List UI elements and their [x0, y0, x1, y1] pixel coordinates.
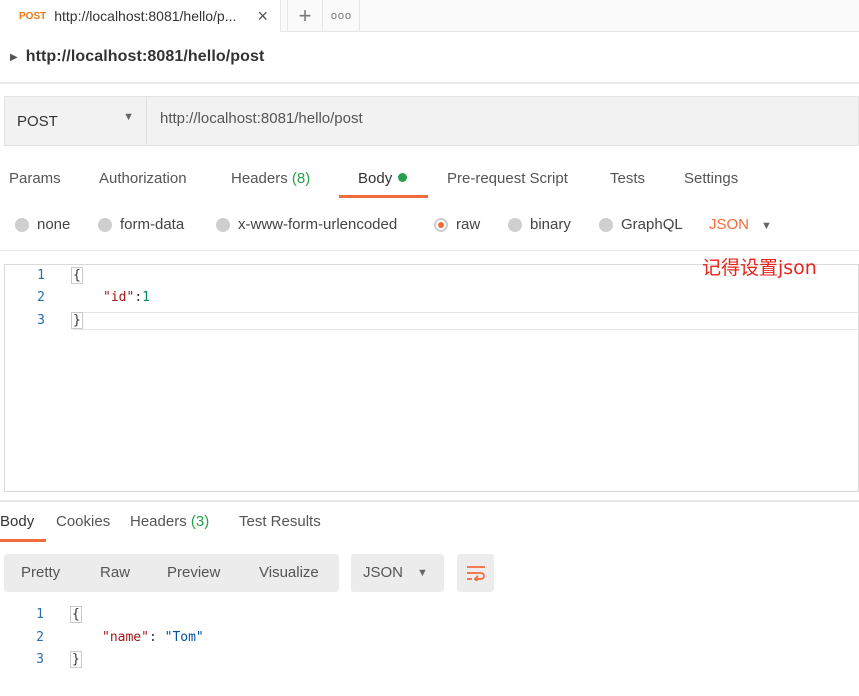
method-value: POST [17, 112, 58, 130]
line-number: 3 [37, 313, 45, 328]
radio-selected-icon [434, 217, 448, 232]
active-tab-indicator [339, 195, 428, 198]
close-icon[interactable]: × [257, 6, 268, 27]
open-brace: { [70, 606, 82, 623]
view-visualize-button[interactable]: Visualize [259, 564, 319, 581]
method-select[interactable]: POST ▼ [5, 97, 147, 145]
close-brace: } [71, 312, 83, 329]
line-number: 2 [36, 630, 44, 645]
current-line-highlight [73, 312, 859, 330]
response-format-value: JSON [363, 564, 404, 581]
response-format-select[interactable]: JSON ▼ [351, 554, 444, 592]
tab-params[interactable]: Params [9, 170, 61, 187]
tab-tests[interactable]: Tests [610, 170, 645, 187]
status-dot-icon [398, 173, 408, 182]
headers-count: (8) [291, 170, 311, 187]
tab-headers[interactable]: Headers (8) [231, 170, 310, 187]
body-type-options: none form-data x-www-form-urlencoded raw… [0, 208, 859, 244]
view-preview-button[interactable]: Preview [167, 564, 220, 581]
view-mode-switcher: Pretty Raw Preview Visualize [4, 554, 339, 592]
tab-body[interactable]: Body [358, 170, 408, 187]
tab-settings[interactable]: Settings [684, 170, 738, 187]
radio-icon [15, 217, 29, 232]
annotation-note: 记得设置json [702, 257, 817, 279]
radio-none[interactable]: none [15, 216, 70, 233]
radio-x-www-form-urlencoded[interactable]: x-www-form-urlencoded [216, 216, 397, 233]
radio-graphql[interactable]: GraphQL [599, 216, 683, 233]
json-colon: : [148, 630, 165, 645]
radio-icon [508, 217, 522, 232]
wrap-lines-icon [466, 566, 485, 581]
request-header: ▶ http://localhost:8081/hello/post [0, 32, 859, 84]
response-headers-count: (3) [190, 513, 210, 530]
view-pretty-button[interactable]: Pretty [21, 564, 60, 581]
tab-strip: POST http://localhost:8081/hello/p... × … [0, 0, 859, 32]
response-tab-cookies[interactable]: Cookies [56, 513, 110, 530]
request-bar: POST ▼ http://localhost:8081/hello/post [4, 96, 859, 146]
json-key: "id" [103, 290, 135, 305]
response-tab-body[interactable]: Body [0, 513, 34, 530]
json-colon: : [134, 290, 143, 305]
tab-authorization[interactable]: Authorization [99, 170, 187, 187]
radio-binary[interactable]: binary [508, 216, 571, 233]
chevron-down-icon: ▼ [417, 567, 428, 579]
chevron-down-icon[interactable]: ▼ [761, 220, 772, 232]
open-brace: { [71, 267, 83, 284]
line-number: 1 [36, 607, 44, 622]
json-value: "Tom" [164, 630, 204, 645]
caret-right-icon[interactable]: ▶ [10, 52, 18, 63]
view-raw-button[interactable]: Raw [100, 564, 130, 581]
close-brace: } [70, 651, 82, 668]
radio-icon [599, 217, 613, 232]
add-tab-icon[interactable]: + [287, 0, 323, 32]
radio-raw[interactable]: raw [434, 216, 480, 233]
radio-icon [98, 217, 112, 232]
json-key: "name" [102, 630, 149, 645]
line-number: 2 [37, 290, 45, 305]
request-name[interactable]: http://localhost:8081/hello/post [26, 48, 265, 66]
response-tab-test-results[interactable]: Test Results [239, 513, 321, 530]
tab-title: http://localhost:8081/hello/p... [54, 8, 237, 24]
more-tabs-icon[interactable]: ooo [324, 0, 360, 32]
radio-icon [216, 217, 230, 232]
json-value: 1 [142, 290, 150, 305]
divider [0, 250, 859, 251]
line-number: 1 [37, 268, 45, 283]
request-tabs: Params Authorization Headers (8) Body Pr… [0, 162, 859, 202]
tab-pre-request-script[interactable]: Pre-request Script [447, 170, 568, 187]
chevron-down-icon: ▼ [123, 111, 134, 123]
response-tab-headers[interactable]: Headers (3) [130, 513, 209, 530]
tab-method-badge: POST [19, 10, 47, 22]
raw-language-select[interactable]: JSON [709, 216, 749, 233]
request-body-editor[interactable]: 1 2 3 { "id":1 } [4, 264, 859, 492]
line-number: 3 [36, 652, 44, 667]
wrap-lines-button[interactable] [457, 554, 494, 592]
active-tab-indicator [0, 539, 46, 542]
url-input[interactable]: http://localhost:8081/hello/post [160, 110, 363, 127]
panel-divider[interactable] [0, 500, 859, 502]
radio-form-data[interactable]: form-data [98, 216, 184, 233]
request-tab[interactable]: POST http://localhost:8081/hello/p... × [0, 0, 281, 32]
